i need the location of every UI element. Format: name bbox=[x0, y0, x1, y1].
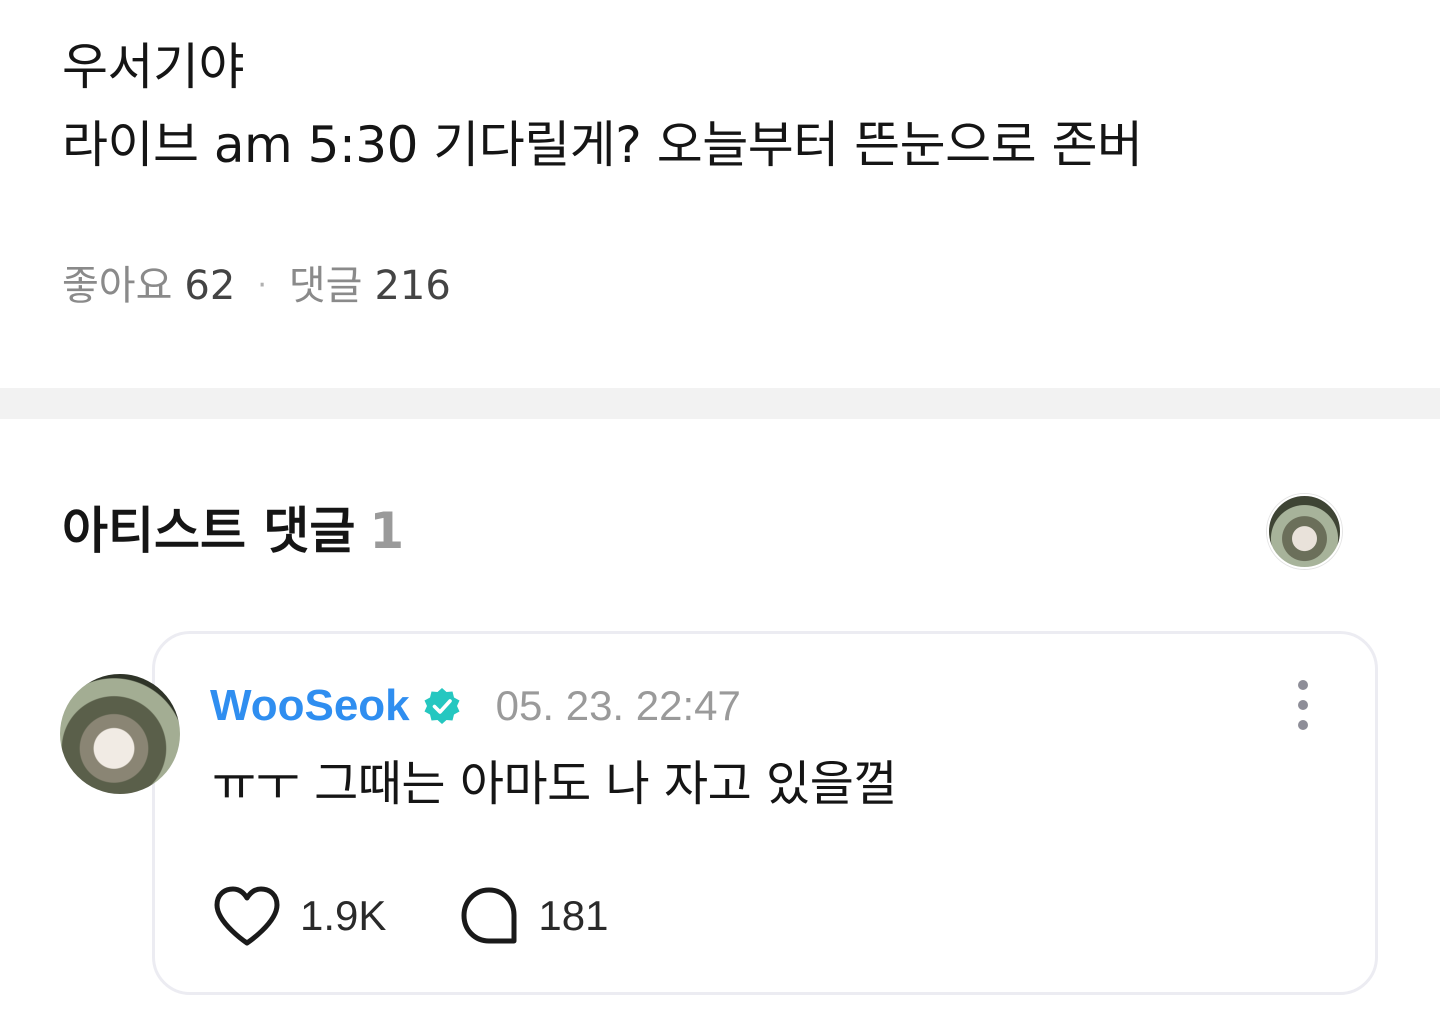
comment-text: ㅠㅜ 그때는 아마도 나 자고 있을껄 bbox=[212, 756, 898, 812]
comments-label[interactable]: 댓글 bbox=[289, 258, 363, 314]
post-meta: 좋아요 62 · 댓글 216 bbox=[62, 258, 451, 314]
comment-timestamp: 05. 23. 22:47 bbox=[495, 682, 741, 729]
artist-comments-title: 아티스트 댓글 bbox=[62, 502, 356, 560]
more-options-icon[interactable] bbox=[1288, 680, 1318, 730]
post: 우서기야 라이브 am 5:30 기다릴게? 오늘부터 뜬눈으로 존버 좋아요 … bbox=[0, 0, 1440, 388]
dot bbox=[1298, 700, 1308, 710]
dot bbox=[1298, 720, 1308, 730]
comments-count: 216 bbox=[374, 263, 451, 309]
like-button[interactable]: 1.9K bbox=[212, 885, 386, 947]
likes-count: 62 bbox=[184, 263, 236, 309]
comment-actions: 1.9K 181 bbox=[212, 884, 608, 948]
reply-button[interactable]: 181 bbox=[458, 885, 608, 947]
author-name[interactable]: WooSeok bbox=[210, 681, 410, 731]
dot bbox=[1298, 680, 1308, 690]
artist-avatar-filter[interactable] bbox=[1267, 494, 1342, 569]
comment-bubble-icon bbox=[461, 887, 517, 944]
avatar[interactable] bbox=[60, 674, 180, 794]
post-body: 우서기야 라이브 am 5:30 기다릴게? 오늘부터 뜬눈으로 존버 bbox=[62, 28, 1143, 184]
comment-author-row: WooSeok 05. 23. 22:47 bbox=[210, 678, 741, 734]
post-text-line-1: 우서기야 bbox=[62, 38, 244, 96]
reply-count: 181 bbox=[538, 892, 609, 939]
meta-separator: · bbox=[257, 268, 267, 303]
likes-label[interactable]: 좋아요 bbox=[62, 258, 172, 314]
heart-icon bbox=[214, 886, 280, 946]
section-divider bbox=[0, 388, 1440, 419]
post-text-line-2: 라이브 am 5:30 기다릴게? 오늘부터 뜬눈으로 존버 bbox=[62, 116, 1143, 174]
like-count: 1.9K bbox=[300, 892, 387, 939]
artist-comments-header: 아티스트 댓글 1 bbox=[62, 496, 404, 566]
artist-comments-count: 1 bbox=[369, 502, 405, 560]
verified-badge-icon bbox=[424, 688, 460, 724]
